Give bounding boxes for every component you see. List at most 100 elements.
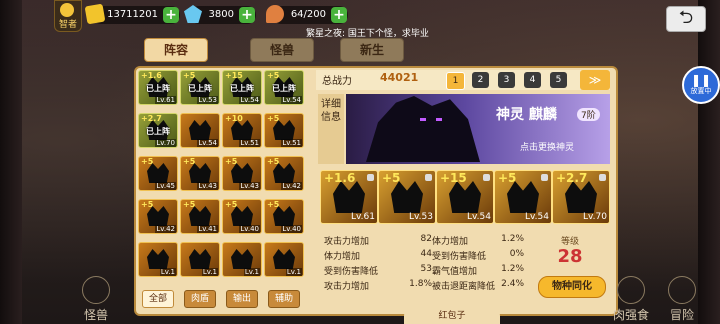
- monster-silhouette: [147, 206, 169, 226]
- roster-card[interactable]: +15 已上阵 Lv.54: [222, 70, 262, 105]
- deployed-label: 已上阵: [230, 84, 254, 93]
- beast-eye: [436, 118, 442, 121]
- stat-value: 44: [420, 249, 432, 259]
- roster-card[interactable]: +5 已上阵 Lv.53: [180, 70, 220, 105]
- roster-card[interactable]: +5 Lv.42: [264, 156, 304, 191]
- card-rank: +2.7: [141, 114, 162, 123]
- card-rank: +5: [141, 157, 154, 166]
- card-rank: +5: [141, 200, 154, 209]
- filter-tank[interactable]: 肉盾: [184, 290, 216, 308]
- card-level: Lv.54: [281, 96, 302, 104]
- slot-level: Lv.61: [351, 212, 375, 222]
- lock-icon: [483, 174, 490, 181]
- roster-card[interactable]: +2.7 已上阵 Lv.70: [138, 113, 178, 148]
- add-meat-button[interactable]: +: [331, 7, 347, 23]
- card-rank: +5: [225, 200, 238, 209]
- roster-card[interactable]: +5 Lv.40: [222, 199, 262, 234]
- card-level: Lv.43: [197, 182, 218, 190]
- hunt-nav[interactable]: 肉强食: [608, 276, 654, 323]
- roster-card[interactable]: +5 Lv.41: [180, 199, 220, 234]
- monster-silhouette: [147, 163, 169, 183]
- stat-row: 体力增加 44 受到伤害降低 0%: [320, 249, 530, 263]
- tab-rebirth[interactable]: 新生: [340, 38, 404, 62]
- stat-row: 攻击力增加 1.8% 被击退距离降低 2.4%: [320, 279, 530, 293]
- roster-card[interactable]: Lv.1: [264, 242, 304, 277]
- monster-silhouette: [273, 249, 295, 269]
- return-icon: ⮌: [678, 7, 694, 28]
- arrow-icon: ≫: [588, 73, 602, 87]
- detail-info-button[interactable]: 详细信息: [318, 94, 344, 164]
- roster-card[interactable]: Lv.54: [180, 113, 220, 148]
- filter-damage[interactable]: 输出: [226, 290, 258, 308]
- monster-silhouette: [273, 120, 295, 140]
- monster-silhouette: [231, 206, 253, 226]
- fangs-icon: [617, 276, 645, 304]
- team-slot[interactable]: +5 Lv.53: [378, 170, 436, 224]
- slot-rank: +1.6: [324, 171, 356, 185]
- add-diamond-button[interactable]: +: [239, 7, 255, 23]
- diamond-value: 3800: [208, 9, 234, 20]
- page-3[interactable]: 3: [498, 72, 515, 88]
- roster-card[interactable]: Lv.1: [138, 242, 178, 277]
- return-button[interactable]: ⮌: [666, 6, 706, 32]
- roster-card[interactable]: +5 Lv.43: [222, 156, 262, 191]
- card-level: Lv.42: [281, 182, 302, 190]
- slot-level: Lv.53: [409, 212, 433, 222]
- stat-value: 1.2%: [501, 264, 524, 274]
- slot-rank: +5: [382, 171, 401, 185]
- stat-value: 82: [420, 234, 432, 244]
- add-gold-button[interactable]: +: [163, 7, 179, 23]
- auto-arrange-button[interactable]: ≫: [580, 70, 610, 90]
- hint-button[interactable]: 智者: [54, 0, 82, 32]
- stat-value: 1.8%: [409, 279, 432, 289]
- adventure-nav[interactable]: 冒险: [662, 276, 702, 323]
- tab-lineup[interactable]: 阵容: [144, 38, 208, 62]
- filter-support[interactable]: 辅助: [268, 290, 300, 308]
- species-sync-button[interactable]: 物种同化: [538, 276, 606, 298]
- roster-card[interactable]: Lv.1: [222, 242, 262, 277]
- page-4[interactable]: 4: [524, 72, 541, 88]
- lock-icon: [599, 174, 606, 181]
- page-5[interactable]: 5: [550, 72, 567, 88]
- filter-all[interactable]: 全部: [142, 290, 174, 308]
- monster-silhouette: [231, 163, 253, 183]
- slot-level: Lv.54: [525, 212, 549, 222]
- red-packet-button[interactable]: 红包子: [404, 308, 500, 324]
- roster-card[interactable]: +5 Lv.40: [264, 199, 304, 234]
- stat-label: 攻击力增加: [324, 237, 370, 247]
- stat-label: 体力增加: [432, 237, 469, 247]
- left-pillar: [0, 0, 22, 324]
- team-slot[interactable]: +5 Lv.54: [494, 170, 552, 224]
- stat-value: 1.2%: [501, 234, 524, 244]
- lock-icon: [367, 174, 374, 181]
- monster-nav[interactable]: 怪兽: [76, 276, 116, 323]
- lock-icon: [541, 174, 548, 181]
- idle-pause-button[interactable]: ❚❚ 放置中: [682, 66, 720, 104]
- team-slot[interactable]: +1.6 Lv.61: [320, 170, 378, 224]
- monster-silhouette: [189, 163, 211, 183]
- meat-icon: [266, 5, 284, 23]
- roster-card[interactable]: +1.6 已上阵 Lv.61: [138, 70, 178, 105]
- page-1[interactable]: 1: [446, 72, 465, 90]
- idle-label: 放置中: [690, 87, 712, 95]
- roster-card[interactable]: +10 Lv.51: [222, 113, 262, 148]
- deployed-label: 已上阵: [146, 127, 170, 136]
- slot-level: Lv.70: [583, 212, 607, 222]
- roster-card[interactable]: +5 Lv.51: [264, 113, 304, 148]
- tab-monsters[interactable]: 怪兽: [250, 38, 314, 62]
- monster-silhouette: [189, 120, 211, 140]
- roster-card[interactable]: +5 已上阵 Lv.54: [264, 70, 304, 105]
- team-slot[interactable]: +15 Lv.54: [436, 170, 494, 224]
- card-level: Lv.41: [197, 225, 218, 233]
- roster-card[interactable]: +5 Lv.42: [138, 199, 178, 234]
- monster-silhouette: [273, 163, 295, 183]
- card-level: Lv.54: [239, 96, 260, 104]
- compass-icon: [668, 276, 696, 304]
- roster-card[interactable]: Lv.1: [180, 242, 220, 277]
- team-slot[interactable]: +2.7 Lv.70: [552, 170, 610, 224]
- roster-card[interactable]: +5 Lv.43: [180, 156, 220, 191]
- monster-silhouette: [333, 181, 365, 213]
- meat-value: 64/200: [290, 9, 326, 20]
- roster-card[interactable]: +5 Lv.45: [138, 156, 178, 191]
- page-2[interactable]: 2: [472, 72, 489, 88]
